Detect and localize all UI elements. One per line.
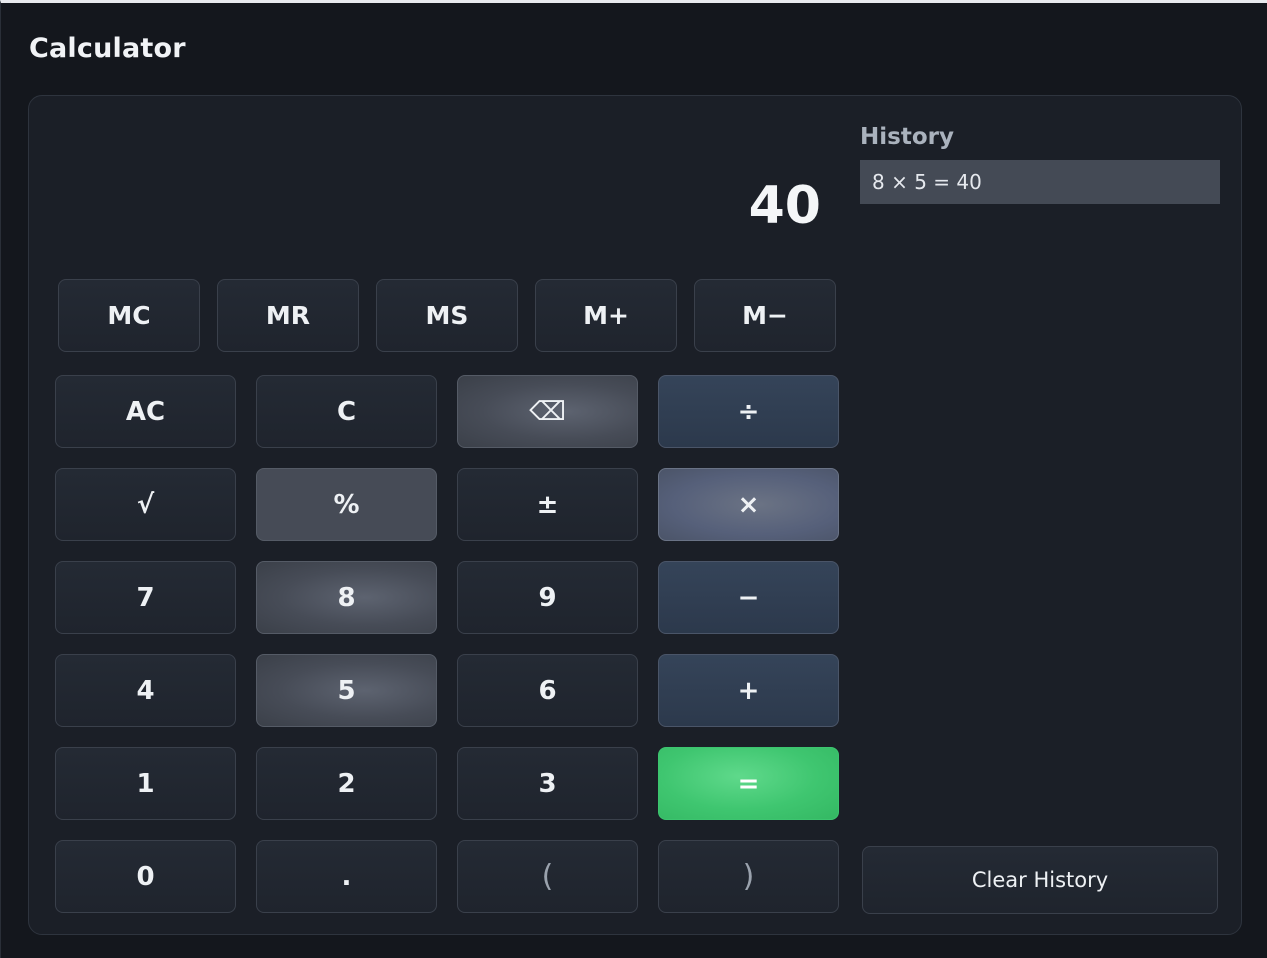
calculator-window: Calculator 40 MC MR MS M+ M− AC C ⌫ ÷ √ … <box>0 0 1267 958</box>
digit-8-button[interactable]: 8 <box>256 561 437 634</box>
digit-7-button[interactable]: 7 <box>55 561 236 634</box>
clear-button[interactable]: C <box>256 375 437 448</box>
clear-history-button[interactable]: Clear History <box>862 846 1218 914</box>
percent-button[interactable]: % <box>256 468 437 541</box>
memory-add-button[interactable]: M+ <box>535 279 677 352</box>
square-root-button[interactable]: √ <box>55 468 236 541</box>
left-paren-button[interactable]: ( <box>457 840 638 913</box>
digit-2-button[interactable]: 2 <box>256 747 437 820</box>
digit-1-button[interactable]: 1 <box>55 747 236 820</box>
divide-button[interactable]: ÷ <box>658 375 839 448</box>
subtract-button[interactable]: − <box>658 561 839 634</box>
backspace-button[interactable]: ⌫ <box>457 375 638 448</box>
app-title: Calculator <box>29 33 186 64</box>
decimal-button[interactable]: . <box>256 840 437 913</box>
history-list: 8 × 5 = 40 <box>860 160 1220 204</box>
digit-0-button[interactable]: 0 <box>55 840 236 913</box>
memory-recall-button[interactable]: MR <box>217 279 359 352</box>
all-clear-button[interactable]: AC <box>55 375 236 448</box>
digit-6-button[interactable]: 6 <box>457 654 638 727</box>
digit-5-button[interactable]: 5 <box>256 654 437 727</box>
history-title: History <box>860 124 954 150</box>
calculator-panel: 40 MC MR MS M+ M− AC C ⌫ ÷ √ % ± × 7 8 9… <box>28 95 1242 935</box>
digit-4-button[interactable]: 4 <box>55 654 236 727</box>
memory-clear-button[interactable]: MC <box>58 279 200 352</box>
digit-3-button[interactable]: 3 <box>457 747 638 820</box>
display-value: 40 <box>748 176 821 236</box>
equals-button[interactable]: = <box>658 747 839 820</box>
digit-9-button[interactable]: 9 <box>457 561 638 634</box>
memory-store-button[interactable]: MS <box>376 279 518 352</box>
history-item[interactable]: 8 × 5 = 40 <box>860 160 1220 204</box>
add-button[interactable]: + <box>658 654 839 727</box>
plus-minus-button[interactable]: ± <box>457 468 638 541</box>
multiply-button[interactable]: × <box>658 468 839 541</box>
memory-subtract-button[interactable]: M− <box>694 279 836 352</box>
right-paren-button[interactable]: ) <box>658 840 839 913</box>
